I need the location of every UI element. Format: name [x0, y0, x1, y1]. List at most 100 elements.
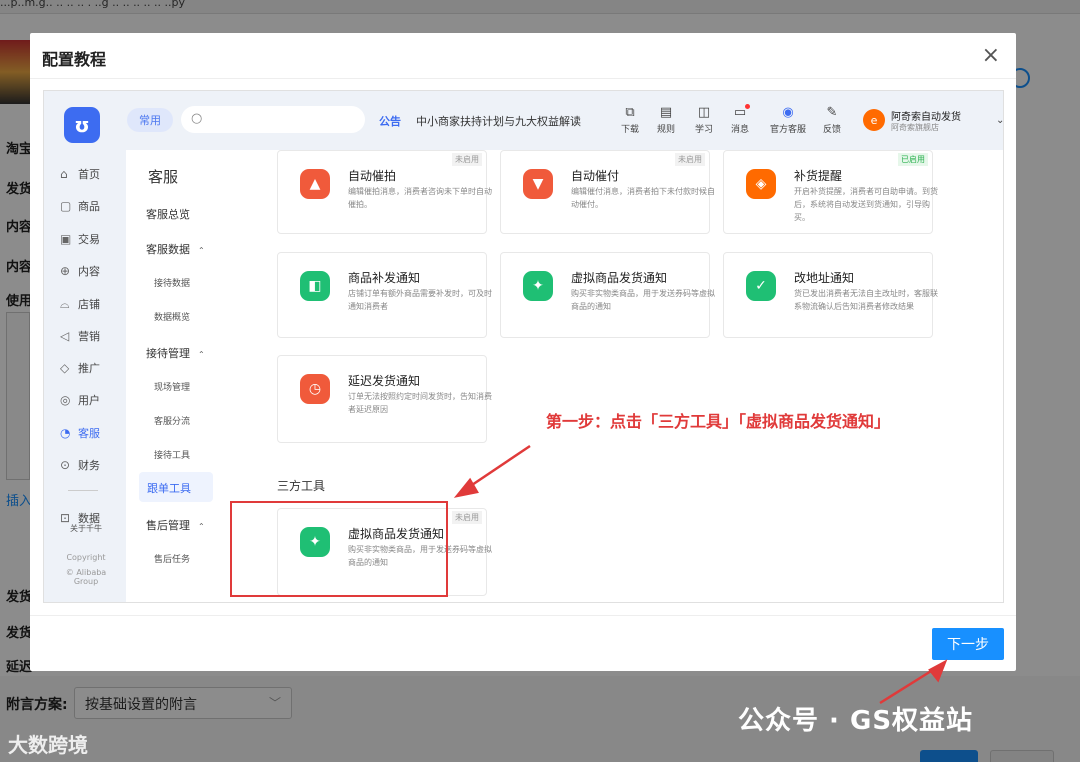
- nav-users[interactable]: ◎ 用户: [60, 392, 100, 408]
- tool-learn[interactable]: ◫ 学习: [684, 105, 724, 135]
- nav-label: 财务: [78, 459, 100, 472]
- tool-label: 消息: [730, 125, 749, 135]
- nav-label: 内容: [78, 265, 100, 278]
- resend-icon: ◧: [300, 271, 330, 301]
- close-icon[interactable]: ×: [982, 43, 1000, 68]
- nav-shop[interactable]: ⌓ 店铺: [60, 296, 100, 312]
- headset-icon: ◔: [60, 426, 71, 440]
- subnav-followup-tools[interactable]: 跟单工具: [147, 480, 191, 496]
- modal-header: 配置教程 ×: [30, 33, 1016, 79]
- learn-icon: ◫: [697, 105, 711, 120]
- card-desc: 购买非实物类商品，用于发送券码等虚拟商品的通知: [571, 289, 715, 311]
- tool-download[interactable]: ⧉ 下载: [610, 105, 650, 135]
- group-label: 接待管理: [146, 347, 190, 360]
- notice-text[interactable]: 中小商家扶持计划与九大权益解读: [416, 113, 581, 129]
- content-icon: ⊕: [60, 264, 71, 278]
- copyright: Copyright: [66, 553, 106, 562]
- subnav-group-data[interactable]: 客服数据 ⌃: [146, 241, 205, 257]
- nav-goods[interactable]: ▢ 商品: [60, 198, 100, 214]
- tool-card[interactable]: 已启用 ◈ 补货提醒 开启补货提醒，消费者可自助申请。到货后，系统将自动发送到货…: [723, 150, 938, 234]
- tool-card[interactable]: ◧ 商品补发通知 店铺订单有额外商品需要补发时，可及时通知消费者: [277, 252, 492, 338]
- status-badge: 已启用: [898, 153, 928, 166]
- highlight-box: [230, 501, 448, 597]
- card-title: 自动催付: [571, 169, 620, 183]
- users-icon: ◎: [60, 393, 71, 407]
- tool-rules[interactable]: ▤ 规则: [646, 105, 686, 135]
- shop-subtitle: 阿奇索旗舰店: [891, 123, 939, 132]
- subnav-item[interactable]: 售后任务: [154, 552, 190, 565]
- chevron-up-icon: ⌃: [198, 350, 205, 359]
- tool-card[interactable]: 未启用 ▼ 自动催付 编辑催付消息，消费者拍下未付款时候自动催付。: [500, 150, 715, 234]
- chevron-down-icon[interactable]: ⌄: [996, 115, 1003, 126]
- tool-service[interactable]: ◉ 官方客服: [766, 105, 810, 135]
- subnav-title: 客服: [148, 168, 179, 186]
- promotion-icon: ◇: [60, 361, 70, 375]
- nav-label: 用户: [78, 394, 100, 407]
- qianniu-logo: ʊ: [64, 107, 100, 143]
- nav-marketing[interactable]: ◁ 营销: [60, 328, 100, 344]
- tutorial-screenshot: ʊ 常用 ○ 公告 中小商家扶持计划与九大权益解读 ⧉ 下载 ▤ 规则 ◫ 学习 ▭ 消…: [43, 90, 1004, 603]
- step-instruction: 第一步：点击「三方工具」「虚拟商品发货通知」: [546, 412, 891, 431]
- nav-label: 营销: [78, 330, 100, 343]
- tool-card[interactable]: ◷ 延迟发货通知 订单无法按照约定时间发货时，告知消费者延迟原因: [277, 355, 492, 443]
- subnav-item[interactable]: 接待数据: [154, 276, 190, 289]
- subnav-group-aftersale[interactable]: 售后管理 ⌃: [146, 517, 205, 533]
- group-label: 售后管理: [146, 519, 190, 532]
- subnav-item[interactable]: 现场管理: [154, 380, 190, 393]
- card-title: 补货提醒: [794, 169, 843, 183]
- nav-label: 商品: [78, 200, 100, 213]
- subnav-group-reception[interactable]: 接待管理 ⌃: [146, 345, 205, 361]
- clock-icon: ◷: [300, 374, 330, 404]
- brand-watermark: 大数跨境: [8, 733, 88, 757]
- nav-finance[interactable]: ⊙ 财务: [60, 457, 100, 473]
- virtual-goods-icon: ✦: [523, 271, 553, 301]
- nav-promotion[interactable]: ◇ 推广: [60, 360, 100, 376]
- search-input[interactable]: ○: [181, 106, 365, 133]
- subnav-item[interactable]: 数据概览: [154, 310, 190, 323]
- home-icon: ⌂: [60, 167, 68, 181]
- main-side-nav: ⌂ 首页 ▢ 商品 ▣ 交易 ⊕ 内容 ⌓ 店铺 ◁ 营销 ◇ 推广 ◎ 用户 ◔ 客服 ⊙ 财务 …: [44, 150, 126, 602]
- tool-label: 规则: [656, 125, 675, 135]
- goods-icon: ▢: [60, 199, 72, 213]
- shop-name[interactable]: 阿奇索自动发货: [891, 108, 961, 123]
- chevron-up-icon: ⌃: [198, 246, 205, 255]
- common-chip[interactable]: 常用: [127, 108, 173, 132]
- tool-card[interactable]: ✦ 虚拟商品发货通知 购买非实物类商品，用于发送券码等虚拟商品的通知: [500, 252, 715, 338]
- unread-dot: [745, 104, 750, 109]
- next-step-button[interactable]: 下一步: [932, 628, 1004, 660]
- subnav-item[interactable]: 客服分流: [154, 414, 190, 427]
- card-desc: 店铺订单有额外商品需要补发时，可及时通知消费者: [348, 289, 492, 311]
- tool-feedback[interactable]: ✎ 反馈: [812, 105, 852, 135]
- card-desc: 订单无法按照约定时间发货时，告知消费者延迟原因: [348, 392, 492, 414]
- nav-trade[interactable]: ▣ 交易: [60, 231, 100, 247]
- config-tutorial-modal: 配置教程 × ʊ 常用 ○ 公告 中小商家扶持计划与九大权益解读 ⧉ 下载 ▤ 规则…: [30, 33, 1016, 671]
- shop-icon: ⌓: [60, 297, 70, 311]
- service-sub-nav: 客服 客服总览 客服数据 ⌃ 接待数据 数据概览 接待管理 ⌃ 现场管理 客服分流 …: [126, 150, 219, 602]
- alibaba-group: © Alibaba Group: [65, 568, 107, 586]
- nav-home[interactable]: ⌂ 首页: [60, 166, 100, 182]
- tool-card[interactable]: 未启用 ▲ 自动催拍 编辑催拍消息，消费者咨询未下单时自动催拍。: [277, 150, 492, 234]
- card-desc: 编辑催付消息，消费者拍下未付款时候自动催付。: [571, 187, 715, 209]
- card-title: 自动催拍: [348, 169, 397, 183]
- nav-content[interactable]: ⊕ 内容: [60, 263, 100, 279]
- tool-label: 反馈: [822, 125, 841, 135]
- nav-service[interactable]: ◔ 客服: [60, 425, 100, 441]
- shop-avatar[interactable]: e: [863, 109, 885, 131]
- marketing-icon: ◁: [60, 329, 70, 343]
- trade-icon: ▣: [60, 232, 72, 246]
- finance-icon: ⊙: [60, 458, 71, 472]
- tool-label: 下载: [620, 125, 639, 135]
- modal-title: 配置教程: [42, 50, 107, 69]
- card-desc: 开启补货提醒，消费者可自助申请。到货后，系统将自动发送到货通知，引导购买。: [794, 187, 938, 222]
- about-qianniu[interactable]: 关于千牛: [58, 523, 114, 534]
- status-badge: 未启用: [452, 511, 482, 524]
- subnav-overview[interactable]: 客服总览: [146, 206, 190, 222]
- nav-label: 首页: [78, 168, 100, 181]
- card-title: 延迟发货通知: [348, 374, 421, 388]
- tool-card[interactable]: ✓ 改地址通知 货已发出消费者无法自主改址时，客服联系物流确认后告知消费者修改结…: [723, 252, 938, 338]
- check-icon: ✓: [746, 271, 776, 301]
- card-desc: 编辑催拍消息，消费者咨询未下单时自动催拍。: [348, 187, 492, 209]
- tool-message[interactable]: ▭ 消息: [720, 104, 760, 135]
- subnav-item[interactable]: 接待工具: [154, 448, 190, 461]
- status-badge: 未启用: [675, 153, 705, 166]
